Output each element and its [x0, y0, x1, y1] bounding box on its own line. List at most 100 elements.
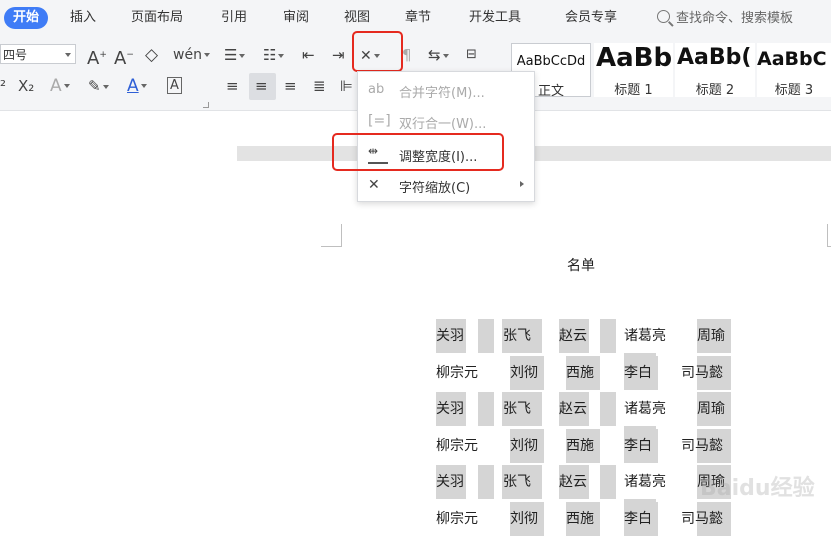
char-shading [478, 465, 494, 500]
style-name: 标题 1 [614, 83, 653, 97]
name-cell: 周瑜 [697, 401, 725, 418]
font-dialog-launcher-icon[interactable] [203, 102, 209, 108]
name-cell: 柳宗元 [436, 511, 478, 527]
style-name: 标题 3 [774, 83, 814, 97]
menu-item-combine-characters[interactable]: ab 合并字符(M)... [358, 75, 534, 105]
menu-item-label: 合并字符(M)... [399, 86, 485, 101]
style-heading-2[interactable]: AaBb( 标题 2 [675, 43, 755, 97]
style-heading-1[interactable]: AaBb 标题 1 [594, 43, 673, 97]
name-cell: 张飞 [503, 474, 531, 491]
distributed-icon[interactable]: ⊫ [340, 76, 353, 96]
text-effect-icon[interactable]: A [50, 76, 70, 96]
name-cell: 关羽 [436, 401, 464, 418]
phonetic-guide-icon[interactable]: wén [173, 45, 210, 65]
tab-chapter[interactable]: 章节 [405, 7, 431, 29]
tab-developer[interactable]: 开发工具 [469, 7, 521, 29]
align-center-icon[interactable]: ≡ [255, 76, 268, 96]
name-cell: 赵云 [559, 328, 587, 344]
style-sample: AaBbC [757, 48, 827, 70]
menu-item-label: 字符缩放(C) [399, 181, 471, 196]
name-cell: 司马懿 [681, 511, 723, 527]
left-pane [0, 111, 237, 538]
style-heading-3[interactable]: AaBbC 标题 3 [757, 43, 831, 97]
clear-format-icon[interactable]: ◇ [145, 45, 158, 65]
tab-home[interactable]: 开始 [4, 7, 49, 29]
tab-view[interactable]: 视图 [344, 7, 370, 29]
char-shading [600, 392, 616, 427]
bullet-list-icon[interactable]: ☰ [224, 45, 246, 65]
name-cell: 关羽 [436, 328, 464, 344]
menu-item-label: 双行合一(W)... [399, 117, 487, 132]
name-cell: 诸葛亮 [624, 474, 666, 491]
name-cell: 张飞 [503, 401, 531, 418]
chevron-right-icon [520, 181, 524, 187]
name-cell: 诸葛亮 [624, 401, 666, 418]
char-shading [478, 319, 494, 353]
name-cell: 司马懿 [681, 364, 723, 381]
ruler-icon[interactable]: ⊟ [466, 45, 477, 65]
search-placeholder: 查找命令、搜索模板 [676, 11, 794, 26]
two-lines-in-one-icon: [=] [368, 113, 391, 129]
style-sample: AaBbCcDd [516, 54, 586, 69]
adjust-width-highlight [332, 133, 504, 171]
name-cell: 刘彻 [510, 511, 538, 527]
tab-member[interactable]: 会员专享 [565, 7, 617, 29]
tab-insert[interactable]: 插入 [70, 7, 96, 29]
justify-icon[interactable]: ≣ [313, 76, 326, 96]
name-cell: 李白 [624, 364, 652, 381]
align-right-icon[interactable]: ≡ [284, 76, 297, 96]
combine-characters-icon: ab [368, 82, 385, 97]
superscript-icon[interactable]: ² [0, 76, 6, 96]
menu-item-character-scaling[interactable]: ✕ 字符缩放(C) [358, 170, 534, 200]
search-icon [657, 10, 670, 23]
margin-corner-left [321, 224, 342, 247]
increase-indent-icon[interactable]: ⇥ [332, 45, 345, 65]
document-title: 名单 [567, 258, 595, 274]
watermark: Baidu经验 [700, 476, 815, 501]
tab-page-layout[interactable]: 页面布局 [131, 7, 183, 29]
align-left-icon[interactable]: ≡ [226, 76, 239, 96]
font-size-select[interactable]: 四号 [0, 44, 76, 64]
highlight-icon[interactable]: ✎ [88, 76, 109, 96]
chinese-layout-highlight [352, 31, 403, 72]
name-cell: 李白 [624, 511, 652, 527]
name-cell: 西施 [566, 364, 594, 381]
style-sample: AaBb [596, 43, 673, 73]
name-cell: 柳宗元 [436, 364, 478, 381]
name-cell: 赵云 [559, 474, 587, 491]
show-hide-marks-icon[interactable]: ¶ [402, 45, 412, 65]
name-cell: 西施 [566, 511, 594, 527]
name-cell: 刘彻 [510, 437, 538, 454]
font-size-value: 四号 [3, 48, 28, 62]
name-cell: 西施 [566, 437, 594, 454]
font-color-icon[interactable]: A [127, 76, 147, 96]
chevron-down-icon [65, 53, 71, 57]
char-shading [600, 465, 616, 500]
name-cell: 周瑜 [697, 328, 725, 344]
name-cell: 刘彻 [510, 364, 538, 381]
name-cell: 李白 [624, 437, 652, 454]
margin-corner-right [827, 224, 831, 247]
name-cell: 诸葛亮 [624, 328, 666, 344]
style-sample: AaBb( [677, 45, 752, 70]
name-cell: 司马懿 [681, 437, 723, 454]
style-name: 标题 2 [695, 83, 735, 97]
command-search[interactable]: 查找命令、搜索模板 [657, 7, 793, 26]
grow-font-icon[interactable]: A+ [87, 45, 107, 69]
name-cell: 张飞 [503, 328, 531, 344]
character-scaling-icon: ✕ [368, 177, 380, 193]
char-shading [600, 319, 616, 353]
name-cell: 关羽 [436, 474, 464, 491]
char-border-icon[interactable]: A [167, 77, 182, 94]
shrink-font-icon[interactable]: A− [114, 45, 134, 69]
tab-review[interactable]: 审阅 [283, 7, 309, 29]
menu-bar: 开始 插入 页面布局 引用 审阅 视图 章节 开发工具 会员专享 查找命令、搜索… [0, 0, 831, 36]
menu-item-two-lines-in-one[interactable]: [=] 双行合一(W)... [358, 106, 534, 136]
numbered-list-icon[interactable]: ☷ [263, 45, 285, 65]
tab-references[interactable]: 引用 [221, 7, 247, 29]
name-cell: 柳宗元 [436, 437, 478, 454]
decrease-indent-icon[interactable]: ⇤ [302, 45, 315, 65]
line-spacing-icon[interactable]: ⇆ [428, 45, 449, 65]
char-shading [478, 392, 494, 427]
subscript-icon[interactable]: X₂ [18, 76, 34, 96]
